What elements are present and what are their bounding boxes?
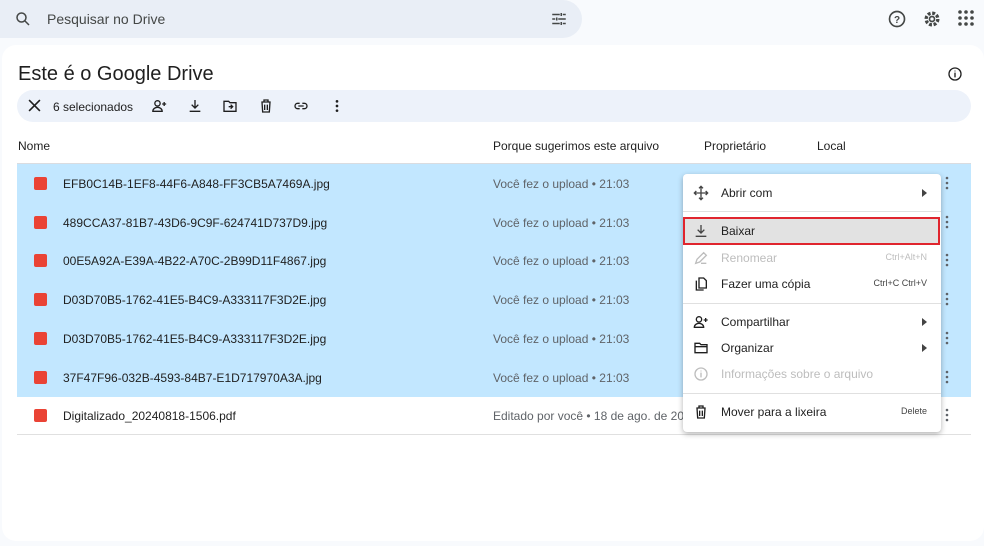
more-options-icon[interactable] <box>945 291 949 307</box>
menu-item-share[interactable]: Compartilhar <box>683 309 941 335</box>
image-file-icon <box>34 177 47 190</box>
menu-item-make-copy[interactable]: Fazer uma cópia Ctrl+C Ctrl+V <box>683 271 941 297</box>
svg-text:?: ? <box>894 15 900 26</box>
file-name: D03D70B5-1762-41E5-B4C9-A333117F3D2E.jpg <box>63 331 327 346</box>
menu-divider <box>683 211 941 212</box>
file-name: D03D70B5-1762-41E5-B4C9-A333117F3D2E.jpg <box>63 293 327 308</box>
more-options-icon[interactable] <box>945 175 949 191</box>
context-menu: Abrir com Baixar Renomear Ctrl+Alt+N Faze… <box>683 174 941 432</box>
more-actions-icon[interactable] <box>329 98 345 114</box>
file-name: 489CCA37-81B7-43D6-9C9F-624741D737D9.jpg <box>63 215 328 230</box>
image-file-icon <box>34 370 47 384</box>
copy-icon <box>695 277 707 291</box>
image-file-icon <box>34 331 47 345</box>
file-name: Digitalizado_20240818-1506.pdf <box>63 409 236 424</box>
more-options-icon[interactable] <box>945 369 949 385</box>
search-input[interactable]: Pesquisar no Drive <box>47 11 165 27</box>
search-icon <box>16 12 30 26</box>
suggestion-reason: Você fez o upload • 21:03 <box>493 331 630 346</box>
image-file-icon <box>34 293 47 307</box>
menu-item-organize[interactable]: Organizar <box>683 335 941 361</box>
menu-item-open-with[interactable]: Abrir com <box>683 180 941 206</box>
copy-link-icon[interactable] <box>293 98 309 114</box>
search-bar[interactable]: Pesquisar no Drive <box>0 0 582 38</box>
column-header-location: Local <box>817 139 846 153</box>
folder-open-icon <box>694 342 708 354</box>
pdf-file-icon <box>34 409 47 423</box>
image-file-icon <box>34 254 47 268</box>
info-icon[interactable] <box>947 66 963 82</box>
submenu-arrow-icon <box>922 318 927 326</box>
page-title: Este é o Google Drive <box>18 63 214 85</box>
suggestion-reason: Você fez o upload • 21:03 <box>493 370 630 385</box>
share-icon[interactable] <box>151 98 168 114</box>
file-name: 37F47F96-032B-4593-84B7-E1D717970A3A.jpg <box>63 370 322 385</box>
submenu-arrow-icon <box>922 189 927 197</box>
menu-divider <box>683 303 941 304</box>
share-icon <box>693 316 708 328</box>
suggestion-reason: Editado por você • 18 de ago. de 2024 <box>493 409 698 424</box>
more-options-icon[interactable] <box>945 330 949 346</box>
submenu-arrow-icon <box>922 344 927 352</box>
menu-item-file-info: Informações sobre o arquivo <box>683 361 941 387</box>
trash-icon <box>696 405 706 419</box>
menu-divider <box>683 393 941 394</box>
suggestion-reason: Você fez o upload • 21:03 <box>493 177 630 191</box>
more-options-icon[interactable] <box>945 214 949 230</box>
more-options-icon[interactable] <box>945 407 949 423</box>
suggestion-reason: Você fez o upload • 21:03 <box>493 215 630 230</box>
selection-count: 6 selecionados <box>53 100 134 114</box>
apps-grid-icon[interactable] <box>957 9 975 27</box>
help-icon[interactable]: ? <box>887 9 907 29</box>
menu-item-download[interactable]: Baixar <box>683 217 940 245</box>
download-icon[interactable] <box>187 98 203 114</box>
menu-item-rename: Renomear Ctrl+Alt+N <box>683 245 941 271</box>
search-options-icon[interactable] <box>550 10 568 28</box>
image-file-icon <box>34 215 47 229</box>
download-icon <box>695 225 707 237</box>
move-to-folder-icon[interactable] <box>222 98 238 114</box>
selection-toolbar: 6 selecionados <box>17 90 971 122</box>
pencil-icon <box>694 251 708 265</box>
suggestion-reason: Você fez o upload • 21:03 <box>493 293 630 308</box>
menu-item-move-to-trash[interactable]: Mover para a lixeira Delete <box>683 399 941 425</box>
trash-icon[interactable] <box>258 98 274 114</box>
suggestion-reason: Você fez o upload • 21:03 <box>493 254 630 269</box>
file-name: 00E5A92A-E39A-4B22-A70C-2B99D11F4867.jpg <box>63 254 327 269</box>
settings-icon[interactable] <box>922 9 942 29</box>
column-header-reason: Porque sugerimos este arquivo <box>493 139 660 153</box>
column-header-name[interactable]: Nome <box>18 139 50 153</box>
move-arrows-icon <box>693 185 709 201</box>
column-header-owner: Proprietário <box>704 139 767 153</box>
file-name: EFB0C14B-1EF8-44F6-A848-FF3CB5A7469A.jpg <box>63 177 330 191</box>
clear-selection-icon[interactable] <box>28 99 41 112</box>
info-icon <box>694 367 708 381</box>
more-options-icon[interactable] <box>945 252 949 268</box>
